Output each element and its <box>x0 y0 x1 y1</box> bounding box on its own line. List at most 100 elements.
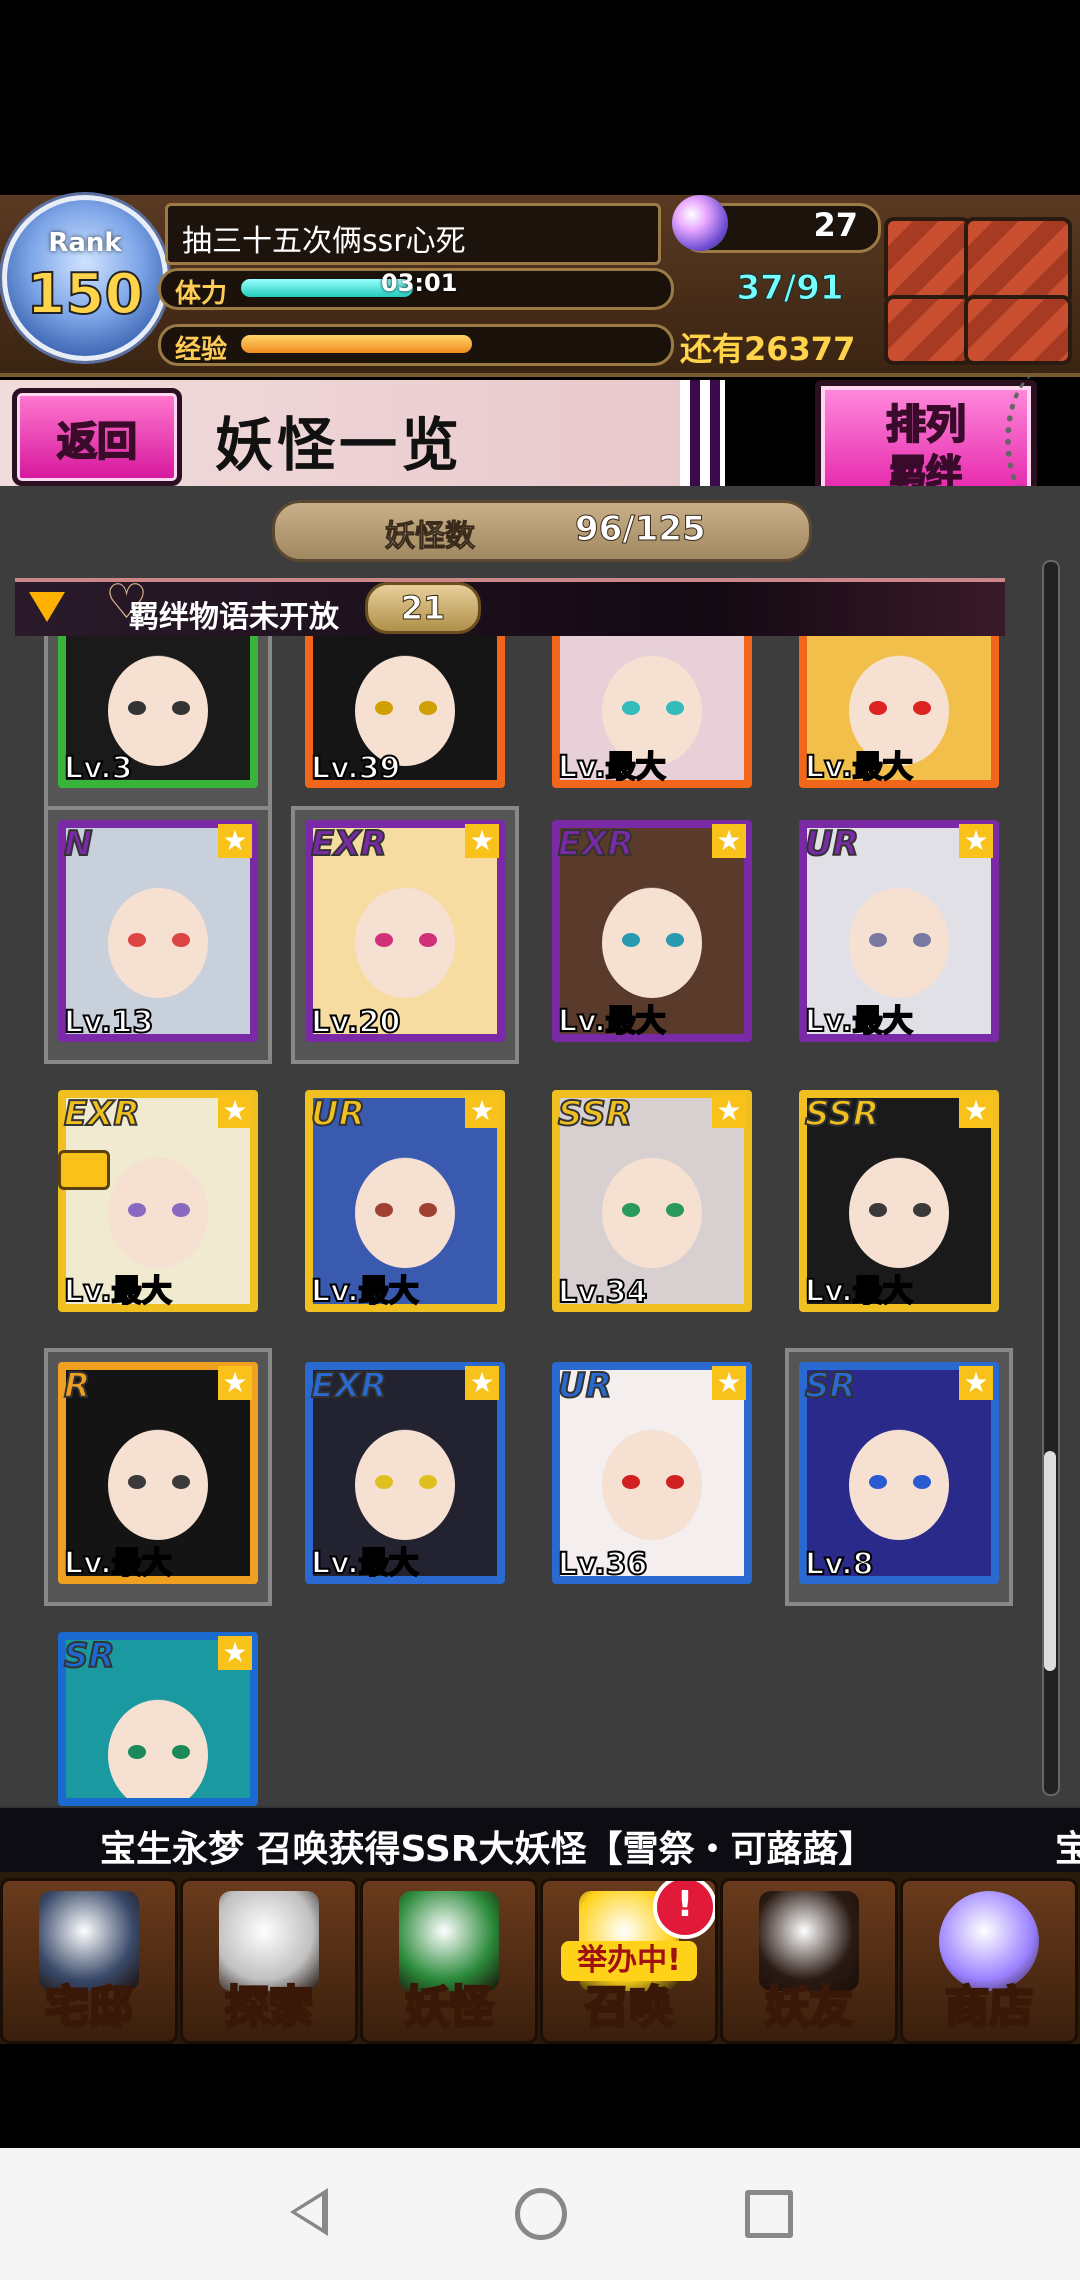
back-label: 返回 <box>56 418 138 466</box>
character-face <box>108 1158 208 1268</box>
character-face <box>849 888 949 998</box>
rank-value: 150 <box>26 261 145 328</box>
monster-card[interactable]: ★ UR Lv.36 <box>552 1362 752 1584</box>
back-button[interactable]: 返回 <box>12 388 182 486</box>
favorite-star-icon: ★ <box>712 1366 746 1400</box>
nav-5-button[interactable]: 妖友 <box>720 1878 898 2044</box>
player-name-box[interactable]: 抽三十五次俩ssr心死 <box>165 203 661 265</box>
rarity-badge: EXR <box>310 823 388 865</box>
character-face <box>602 1430 702 1540</box>
rarity-badge: SR <box>804 1365 857 1407</box>
card-level: Lv.最大 <box>557 1003 667 1040</box>
rank-label: Rank <box>48 228 122 258</box>
player-name: 抽三十五次俩ssr心死 <box>182 224 466 259</box>
favorite-star-icon: ★ <box>218 824 252 858</box>
character-eye <box>172 1475 190 1489</box>
character-eye <box>375 1203 393 1217</box>
character-eye <box>375 1475 393 1489</box>
monster-count-value: 96/125 <box>575 509 707 550</box>
nav-label: 宅邸 <box>44 1981 135 2035</box>
character-face <box>108 888 208 998</box>
favorite-star-icon: ★ <box>218 1094 252 1128</box>
monster-card[interactable]: ★ EXR Lv.最大 <box>58 1090 258 1312</box>
rarity-badge: SSR <box>557 1093 633 1135</box>
card-level: Lv.8 <box>804 1546 874 1583</box>
character-eye <box>666 701 684 715</box>
character-eye <box>419 1203 437 1217</box>
card-level: Lv.最大 <box>310 1545 420 1582</box>
monster-count: 妖怪数 96/125 <box>272 500 812 562</box>
monster-card[interactable]: ★ R Lv.最大 <box>58 1362 258 1584</box>
system-nav-bar <box>0 2148 1080 2280</box>
character-face <box>108 656 208 766</box>
character-eye <box>419 1475 437 1489</box>
character-eye <box>622 1475 640 1489</box>
category-header[interactable]: ♡ 羁绊物语未开放 21 <box>15 574 1005 636</box>
card-level: Lv.最大 <box>557 749 667 786</box>
rarity-badge: EXR <box>63 1093 141 1135</box>
rarity-badge: EXR <box>310 1365 388 1407</box>
character-eye <box>869 1203 887 1217</box>
rarity-badge: SSR <box>804 1093 880 1135</box>
card-level: Lv.3 <box>63 750 133 787</box>
nav-4-button[interactable]: 举办中!! 召唤 <box>540 1878 718 2044</box>
character-eye <box>128 701 146 715</box>
rarity-badge: UR <box>804 823 860 865</box>
stamina-count: 37/91 <box>736 268 844 309</box>
favorite-star-icon: ★ <box>959 1094 993 1128</box>
character-eye <box>666 1203 684 1217</box>
card-portrait <box>66 828 250 1034</box>
card-level: Lv.34 <box>557 1274 648 1311</box>
monster-card[interactable]: ★ UR Lv.最大 <box>305 1090 505 1312</box>
nav-6-button[interactable]: 商店 <box>900 1878 1078 2044</box>
character-eye <box>622 933 640 947</box>
scrollbar-thumb[interactable] <box>1044 1451 1056 1671</box>
ticker-text: 宝生永梦 召唤获得SSR大妖怪【雪祭・可蕗蕗】 <box>100 1829 875 1870</box>
nav-label: 商店 <box>944 1981 1035 2035</box>
monster-card[interactable]: ★ N Lv.13 <box>58 820 258 1042</box>
favorite-star-icon: ★ <box>959 824 993 858</box>
character-eye <box>375 701 393 715</box>
character-eye <box>913 1475 931 1489</box>
character-eye <box>913 933 931 947</box>
category-count: 21 <box>365 582 481 634</box>
rank-badge[interactable]: Rank 150 <box>2 195 168 361</box>
nav-2-button[interactable]: 探索 <box>180 1878 358 2044</box>
character-eye <box>869 1475 887 1489</box>
monster-card[interactable]: ★ SR Lv.8 <box>799 1362 999 1584</box>
monster-card[interactable]: ★ EXR Lv.20 <box>305 820 505 1042</box>
monster-card[interactable]: ★ SSR Lv.34 <box>552 1090 752 1312</box>
monster-card[interactable]: ★ EXR Lv.最大 <box>305 1362 505 1584</box>
character-eye <box>666 1475 684 1489</box>
character-eye <box>419 701 437 715</box>
character-eye <box>128 933 146 947</box>
alert-badge: ! <box>653 1881 715 1939</box>
character-eye <box>172 933 190 947</box>
system-recents-icon[interactable] <box>745 2190 793 2238</box>
monster-card[interactable]: ★ SR <box>58 1632 258 1806</box>
character-eye <box>913 701 931 715</box>
card-level: Lv.最大 <box>63 1273 173 1310</box>
card-level: Lv.最大 <box>310 1273 420 1310</box>
character-eye <box>172 1745 190 1759</box>
stamina-timer: 03:01 <box>381 269 458 297</box>
nav-3-button[interactable]: 妖怪 <box>360 1878 538 2044</box>
card-level: Lv.36 <box>557 1546 648 1583</box>
exp-fill <box>241 335 472 353</box>
rarity-badge: N <box>63 823 94 865</box>
character-eye <box>128 1203 146 1217</box>
system-home-icon[interactable] <box>515 2188 567 2240</box>
character-face <box>355 888 455 998</box>
nav-1-button[interactable]: 宅邸 <box>0 1878 178 2044</box>
rarity-badge: EXR <box>557 823 635 865</box>
rarity-badge: R <box>63 1365 91 1407</box>
gem-count: 27 <box>813 206 858 244</box>
card-level: Lv.39 <box>310 750 401 787</box>
nav-label: 探索 <box>224 1981 315 2035</box>
favorite-star-icon: ★ <box>218 1636 252 1670</box>
present-box-icon[interactable] <box>880 203 1076 365</box>
monster-card[interactable]: ★ UR Lv.最大 <box>799 820 999 1042</box>
monster-card[interactable]: ★ SSR Lv.最大 <box>799 1090 999 1312</box>
monster-card[interactable]: ★ EXR Lv.最大 <box>552 820 752 1042</box>
favorite-star-icon: ★ <box>218 1366 252 1400</box>
